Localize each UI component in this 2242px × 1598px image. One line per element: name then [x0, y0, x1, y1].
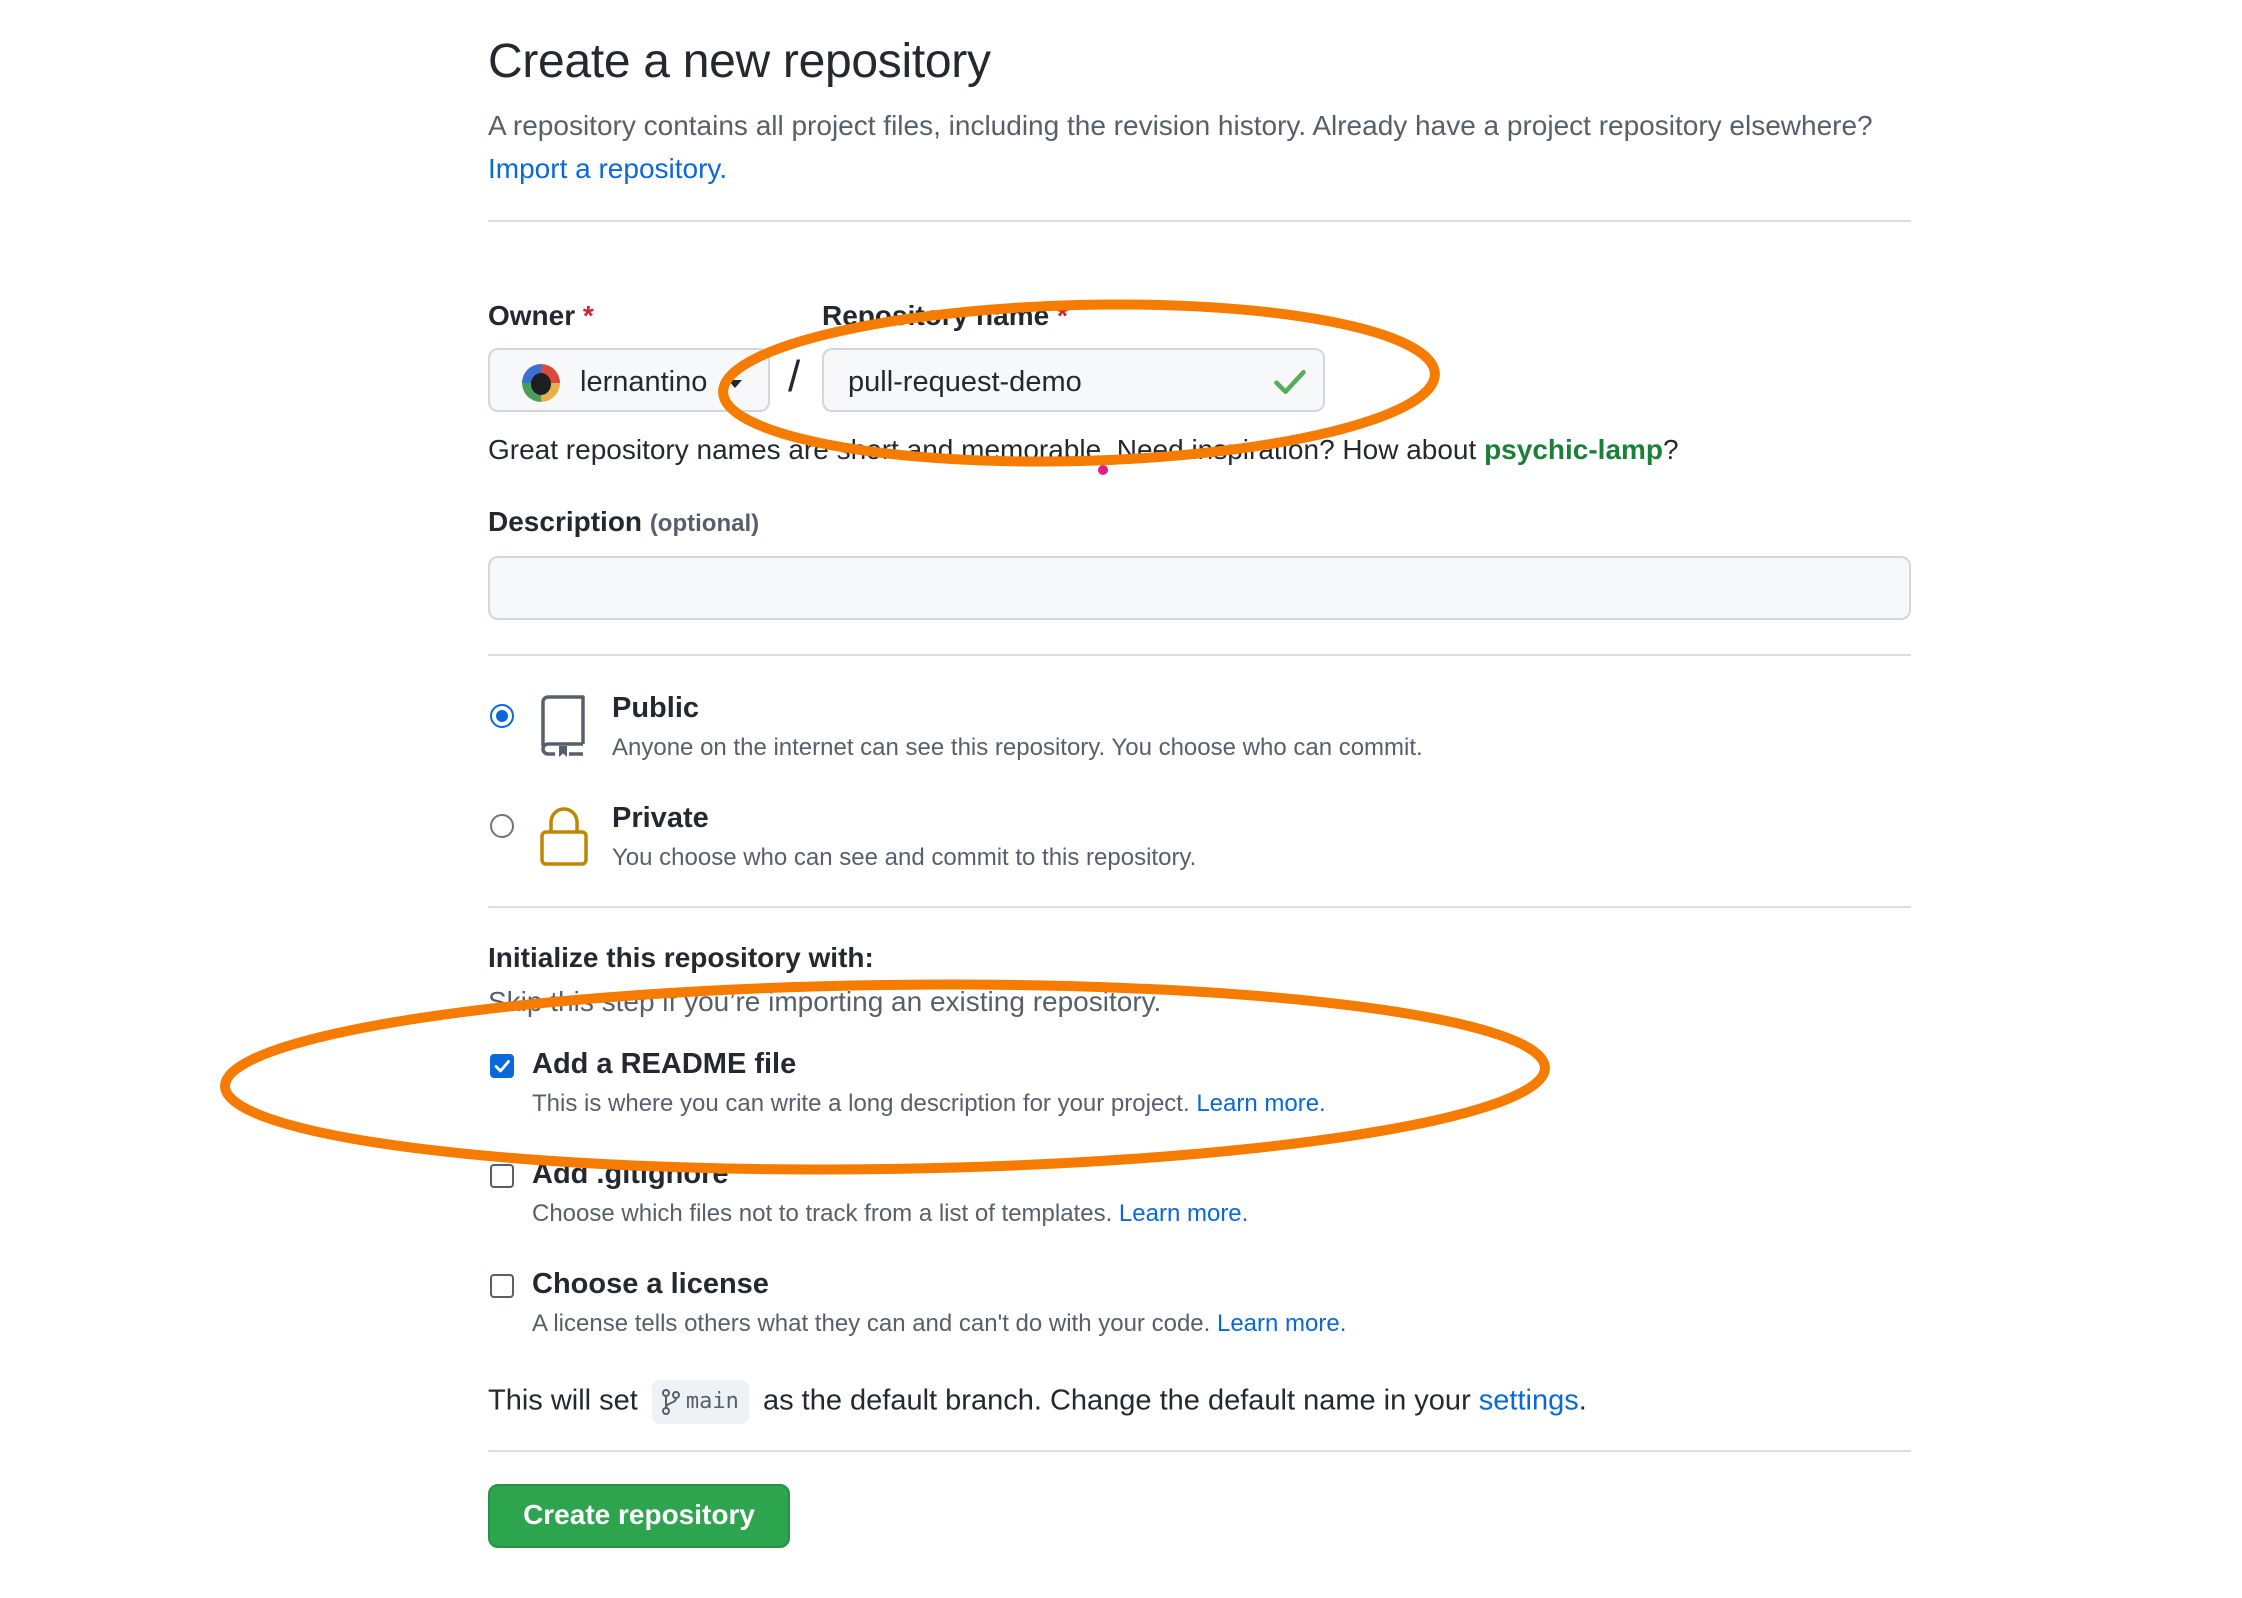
cursor-dot	[1098, 465, 1108, 475]
subtitle-text: A repository contains all project files,…	[488, 110, 1873, 141]
init-subheading: Skip this step if you’re importing an ex…	[488, 986, 1162, 1017]
required-marker: *	[582, 300, 594, 331]
public-radio[interactable]	[490, 704, 514, 728]
gitignore-checkbox[interactable]	[490, 1164, 514, 1188]
gitignore-learn-more-link[interactable]: Learn more.	[1119, 1200, 1248, 1227]
description-input[interactable]	[488, 556, 1911, 620]
readme-checkbox[interactable]	[490, 1054, 514, 1078]
branch-badge: main	[651, 1380, 749, 1424]
gitignore-option-desc: Choose which files not to track from a l…	[532, 1200, 1248, 1228]
readme-option-title: Add a README file	[532, 1048, 797, 1080]
description-label-text: Description	[488, 506, 643, 537]
repo-name-value: pull-request-demo	[848, 366, 1082, 398]
gitignore-option-title: Add .gitignore	[532, 1158, 729, 1190]
owner-name: lernantino	[580, 366, 708, 398]
license-option-title: Choose a license	[532, 1268, 769, 1300]
divider	[488, 906, 1911, 908]
settings-link[interactable]: settings	[1479, 1385, 1579, 1417]
chevron-down-icon	[728, 380, 742, 388]
name-hint-text: Great repository names are short and mem…	[488, 434, 1477, 465]
private-option-title: Private	[612, 802, 709, 834]
checkmark-icon	[494, 1060, 510, 1073]
create-repository-page: Create a new repository A repository con…	[0, 0, 2242, 1598]
name-hint: Great repository names are short and mem…	[488, 434, 1679, 466]
required-marker: *	[1056, 300, 1068, 331]
private-radio[interactable]	[490, 814, 514, 838]
divider	[488, 1450, 1911, 1452]
repo-name-label-text: Repository name	[822, 300, 1050, 331]
branch-prefix: This will set	[488, 1384, 638, 1417]
description-label: Description (optional)	[488, 506, 759, 538]
license-checkbox[interactable]	[490, 1274, 514, 1298]
private-option-desc: You choose who can see and commit to thi…	[612, 844, 1197, 871]
git-branch-icon	[661, 1389, 680, 1415]
lock-icon	[540, 807, 588, 866]
public-option-desc: Anyone on the internet can see this repo…	[612, 734, 1423, 761]
repo-name-label: Repository name *	[822, 300, 1068, 332]
owner-repo-separator: /	[788, 352, 801, 401]
init-heading: Initialize this repository with:	[488, 942, 874, 973]
page-title: Create a new repository	[488, 35, 991, 88]
name-hint-end: ?	[1663, 434, 1679, 465]
license-learn-more-link[interactable]: Learn more.	[1217, 1310, 1346, 1337]
name-suggestion[interactable]: psychic-lamp	[1484, 434, 1663, 465]
repo-name-input[interactable]: pull-request-demo	[822, 348, 1325, 412]
avatar	[522, 364, 560, 402]
divider	[488, 220, 1911, 222]
readme-learn-more-link[interactable]: Learn more.	[1196, 1090, 1325, 1117]
license-desc-text: A license tells others what they can and…	[532, 1310, 1211, 1337]
readme-option-desc: This is where you can write a long descr…	[532, 1090, 1326, 1118]
readme-desc-text: This is where you can write a long descr…	[532, 1090, 1190, 1117]
page-subtitle: A repository contains all project files,…	[488, 104, 1918, 190]
optional-marker: (optional)	[649, 510, 760, 537]
public-option-title: Public	[612, 692, 700, 724]
check-icon	[1274, 370, 1306, 394]
gitignore-desc-text: Choose which files not to track from a l…	[532, 1200, 1113, 1227]
license-option-desc: A license tells others what they can and…	[532, 1310, 1346, 1338]
branch-middle: as the default branch. Change the defaul…	[762, 1384, 1471, 1417]
create-repository-button[interactable]: Create repository	[488, 1484, 790, 1548]
annotation-overlay	[220, 299, 1550, 1175]
repo-icon	[541, 695, 585, 757]
divider	[488, 654, 1911, 656]
branch-end: .	[1578, 1384, 1587, 1417]
owner-label-text: Owner	[488, 300, 576, 331]
owner-select[interactable]: lernantino	[488, 348, 770, 412]
branch-name: main	[685, 1389, 739, 1414]
owner-label: Owner *	[488, 300, 594, 332]
import-repository-link[interactable]: Import a repository.	[488, 153, 727, 184]
default-branch-info: This will set main as the default branch…	[488, 1380, 1587, 1424]
